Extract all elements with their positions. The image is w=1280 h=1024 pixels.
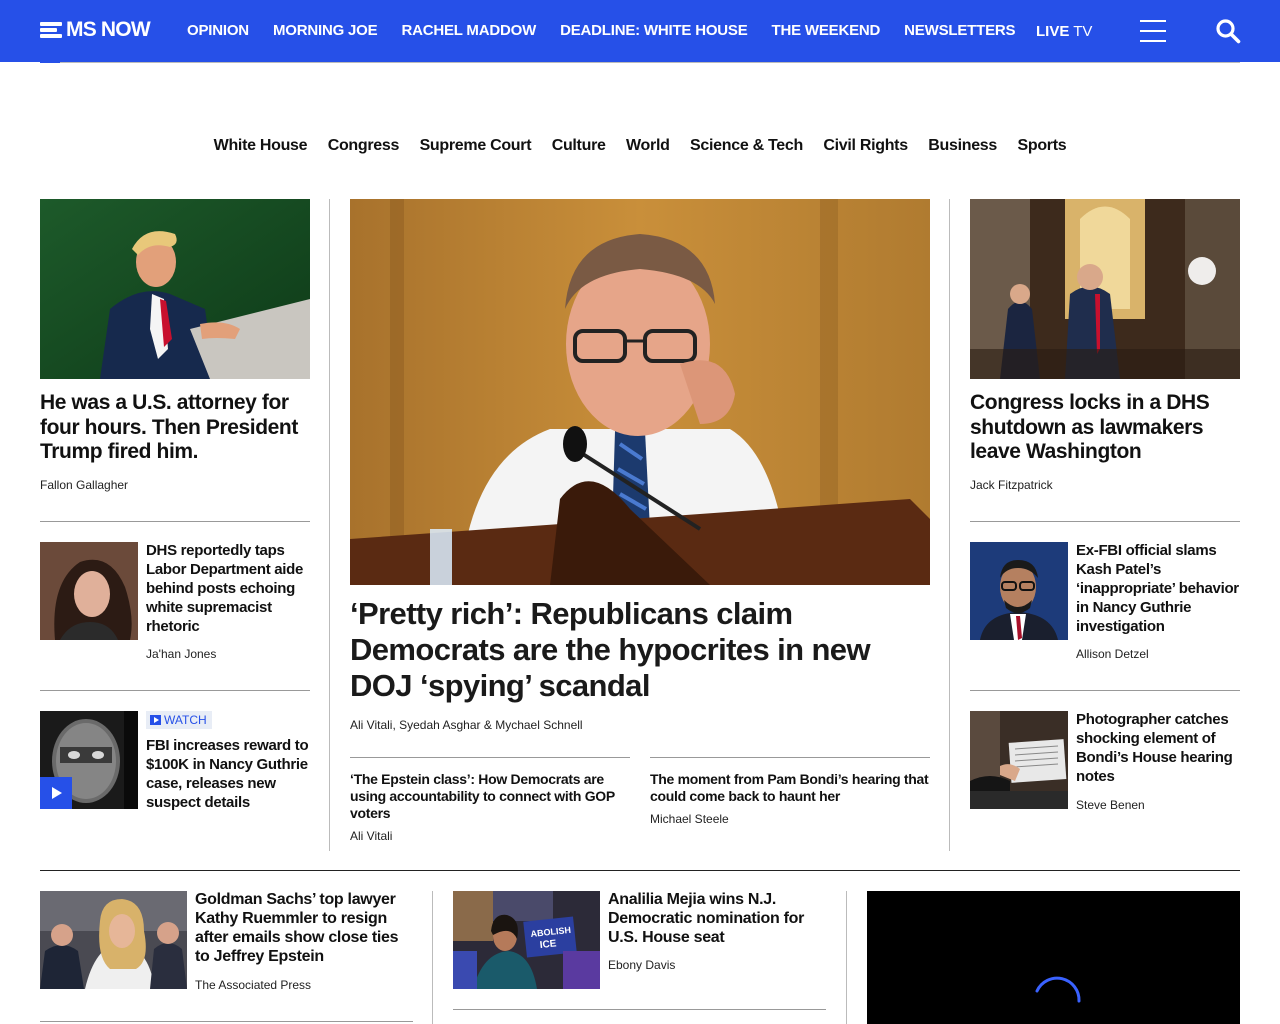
left-story2-headline[interactable]: DHS reportedly taps Labor Department aid… [146,541,310,636]
lead-left-byline[interactable]: Fallon Gallagher [40,478,128,492]
story-divider [970,521,1240,522]
column-divider [949,199,950,851]
nav-divider-accent [40,60,60,63]
column-divider [432,891,433,1024]
live-tv-link[interactable]: LIVE TV [1036,23,1092,40]
center-sub1-headline[interactable]: ‘The Epstein class’: How Democrats are u… [350,771,630,822]
section-congress[interactable]: Congress [328,137,400,155]
top-nav-bar: MS NOW OPINION MORNING JOE RACHEL MADDOW… [0,0,1280,62]
section-links: White House Congress Supreme Court Cultu… [0,137,1280,155]
logo-text: MS NOW [66,18,151,41]
nav-item-rachel-maddow[interactable]: RACHEL MADDOW [401,22,536,39]
section-sports[interactable]: Sports [1017,137,1066,155]
section-white-house[interactable]: White House [214,137,308,155]
section-civil-rights[interactable]: Civil Rights [823,137,908,155]
section-business[interactable]: Business [928,137,997,155]
ms-now-logo[interactable]: MS NOW [40,18,151,42]
right-story2-headline[interactable]: Ex-FBI official slams Kash Patel’s ‘inap… [1076,541,1240,636]
bottom-story1-headline[interactable]: Goldman Sachs’ top lawyer Kathy Ruemmler… [195,890,413,966]
column-divider [329,199,330,851]
bottom-story1-byline[interactable]: The Associated Press [195,978,311,992]
lead-right-byline[interactable]: Jack Fitzpatrick [970,478,1053,492]
section-culture[interactable]: Culture [552,137,606,155]
lead-left-headline[interactable]: He was a U.S. attorney for four hours. T… [40,391,310,465]
left-story3-headline[interactable]: FBI increases reward to $100K in Nancy G… [146,736,310,812]
story-divider [40,690,310,691]
nav-item-newsletters[interactable]: NEWSLETTERS [904,22,1015,39]
left-story2-byline[interactable]: Ja'han Jones [146,647,216,661]
lead-left-image[interactable] [40,199,310,379]
section-science-tech[interactable]: Science & Tech [690,137,803,155]
menu-icon[interactable] [1140,20,1166,42]
center-sub2-headline[interactable]: The moment from Pam Bondi’s hearing that… [650,771,930,805]
right-story2-byline[interactable]: Allison Detzel [1076,647,1149,661]
column-divider [846,891,847,1024]
play-video-button[interactable] [40,777,72,809]
nav-item-morning-joe[interactable]: MORNING JOE [273,22,378,39]
live-label: LIVE [1036,23,1070,40]
sign-text-ice: ICE [539,938,557,951]
center-lead-image[interactable] [350,199,930,585]
right-story3-byline[interactable]: Steve Benen [1076,798,1145,812]
watch-badge: WATCH [146,711,212,729]
center-sub2-byline[interactable]: Michael Steele [650,812,729,826]
bottom-story1-image[interactable] [40,891,187,989]
section-world[interactable]: World [626,137,670,155]
video-player[interactable] [867,891,1240,1024]
center-sub1-byline[interactable]: Ali Vitali [350,829,392,843]
story-divider [970,690,1240,691]
play-icon [150,715,161,725]
story-divider [40,521,310,522]
nav-item-opinion[interactable]: OPINION [187,22,249,39]
story-divider [350,757,630,758]
right-story2-image[interactable] [970,542,1068,640]
story-divider [40,1021,413,1022]
story-divider [650,757,930,758]
tv-label: TV [1069,23,1093,40]
right-story3-image[interactable] [970,711,1068,809]
logo-mark-icon [40,20,64,40]
bottom-story2-image[interactable]: ABOLISH ICE [453,891,600,989]
main-nav: OPINION MORNING JOE RACHEL MADDOW DEADLI… [187,22,1039,39]
lead-right-image[interactable] [970,199,1240,379]
center-lead-byline[interactable]: Ali Vitali, Syedah Asghar & Mychael Schn… [350,718,583,732]
nav-divider [40,62,1240,63]
nav-item-deadline-white-house[interactable]: DEADLINE: WHITE HOUSE [560,22,748,39]
story-divider [453,1009,826,1010]
bottom-story2-headline[interactable]: Analilia Mejia wins N.J. Democratic nomi… [608,890,826,947]
loading-spinner-icon [1035,976,1081,1003]
center-lead-headline[interactable]: ‘Pretty rich’: Republicans claim Democra… [350,596,910,704]
left-story2-image[interactable] [40,542,138,640]
bottom-story2-byline[interactable]: Ebony Davis [608,958,675,972]
section-supreme-court[interactable]: Supreme Court [420,137,532,155]
lead-right-headline[interactable]: Congress locks in a DHS shutdown as lawm… [970,391,1240,465]
section-divider [40,870,1240,871]
right-story3-headline[interactable]: Photographer catches shocking element of… [1076,710,1240,786]
nav-item-the-weekend[interactable]: THE WEEKEND [772,22,881,39]
search-icon[interactable] [1215,18,1241,44]
watch-label: WATCH [164,713,207,727]
